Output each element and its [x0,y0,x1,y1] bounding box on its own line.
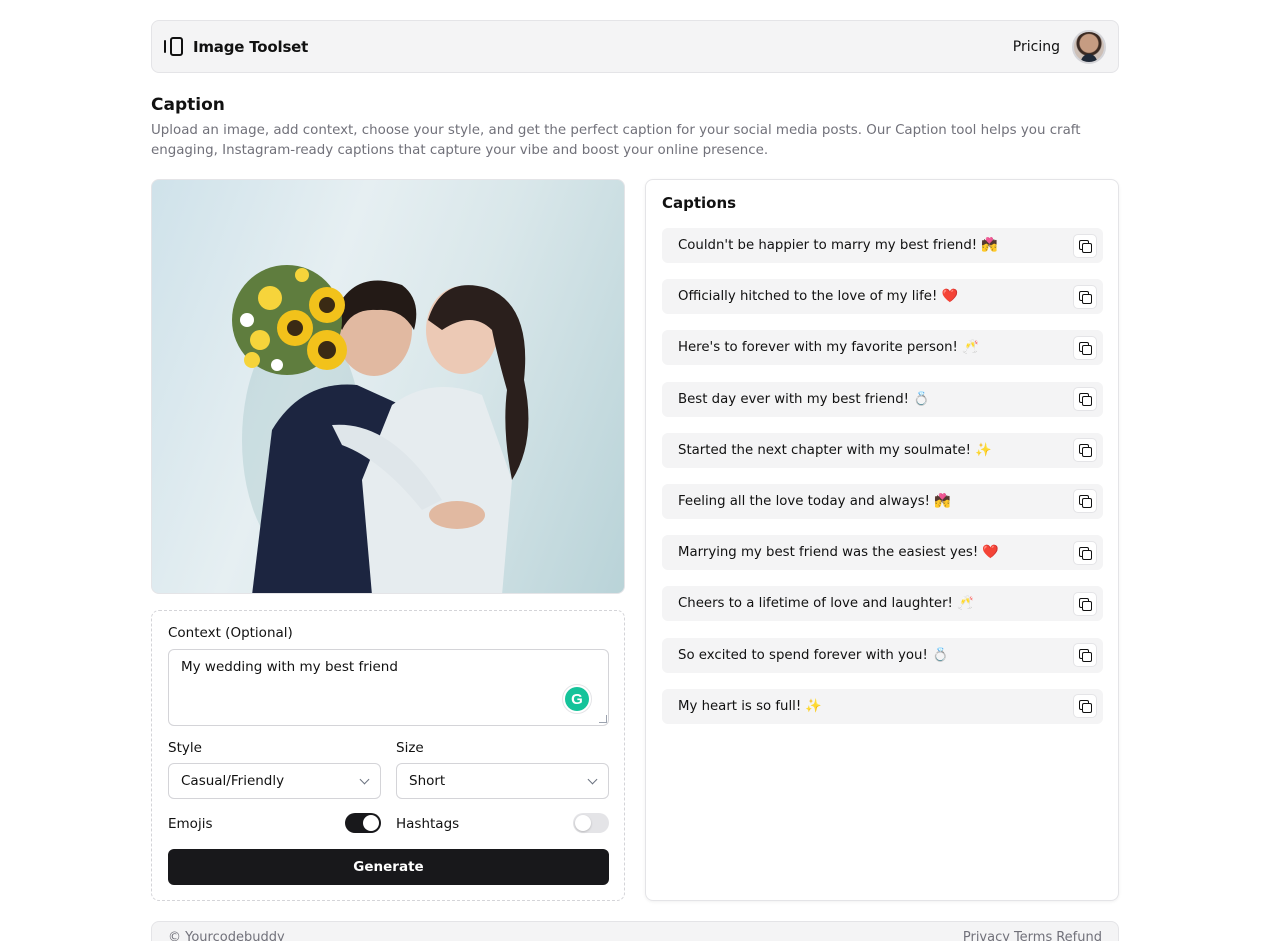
pricing-link[interactable]: Pricing [1013,39,1060,55]
caption-item: Here's to forever with my favorite perso… [662,330,1103,366]
hashtags-label: Hashtags [396,816,460,832]
copy-button[interactable] [1073,438,1097,463]
copy-icon [1079,341,1092,355]
copy-icon [1079,495,1092,509]
caption-text: Marrying my best friend was the easiest … [678,545,999,561]
emojis-toggle[interactable] [345,813,381,833]
grammarly-icon[interactable]: G [562,684,592,714]
copy-icon [1079,700,1092,714]
caption-item: Couldn't be happier to marry my best fri… [662,228,1103,263]
captions-panel: Captions Couldn't be happier to marry my… [645,179,1119,901]
footer-copyright: © Yourcodebuddy [168,930,285,941]
hashtags-toggle[interactable] [573,813,609,833]
resize-handle-icon[interactable] [599,715,607,723]
footer-links: Privacy Terms Refund [963,930,1102,941]
caption-form: Context (Optional) My wedding with my be… [151,610,625,901]
copy-button[interactable] [1073,489,1097,514]
copy-button[interactable] [1073,643,1097,667]
caption-text: Couldn't be happier to marry my best fri… [678,238,998,253]
copy-icon [1079,393,1092,407]
caption-item: So excited to spend forever with you! 💍 [662,637,1103,673]
uploaded-image[interactable] [151,179,625,594]
caption-text: Cheers to a lifetime of love and laughte… [678,596,974,612]
copy-button[interactable] [1073,694,1097,719]
sidebar-panel-icon [164,37,183,56]
caption-text: So excited to spend forever with you! 💍 [678,647,949,663]
context-label: Context (Optional) [168,625,293,641]
style-select[interactable]: Casual/Friendly [168,763,381,799]
caption-item: Marrying my best friend was the easiest … [662,535,1103,571]
caption-item: Started the next chapter with my soulmat… [662,432,1103,468]
copy-button[interactable] [1073,540,1097,565]
emojis-label: Emojis [168,816,213,832]
top-navbar: Image Toolset Pricing [151,20,1119,73]
caption-text: Officially hitched to the love of my lif… [678,289,959,305]
generate-button[interactable]: Generate [168,849,609,885]
toggle-knob [575,815,591,831]
footer: © Yourcodebuddy Privacy Terms Refund [151,921,1119,941]
copy-button[interactable] [1073,335,1097,360]
copy-icon [1079,597,1092,611]
style-select-value: Casual/Friendly [181,773,285,789]
copy-button[interactable] [1073,387,1097,412]
copy-icon [1079,239,1092,253]
copy-icon [1079,546,1092,560]
copy-icon [1079,444,1092,458]
footer-link-refund[interactable]: Refund [1056,930,1102,941]
copy-icon [1079,290,1092,304]
brand[interactable]: Image Toolset [164,37,308,56]
caption-text: Feeling all the love today and always! 💏 [678,493,951,509]
chevron-down-icon [359,774,370,784]
caption-text: Best day ever with my best friend! 💍 [678,391,930,407]
wedding-photo-illustration [232,265,529,593]
captions-title: Captions [662,194,737,212]
caption-item: Cheers to a lifetime of love and laughte… [662,586,1103,622]
caption-item: Feeling all the love today and always! 💏 [662,483,1103,519]
copy-icon [1079,649,1092,662]
caption-item: My heart is so full! ✨ [662,688,1103,724]
caption-item: Officially hitched to the love of my lif… [662,279,1103,315]
copy-button[interactable] [1073,591,1097,616]
user-avatar[interactable] [1072,29,1106,64]
size-label: Size [396,740,424,756]
toggle-knob [363,815,379,831]
header-actions: Pricing [1013,29,1106,64]
page-description: Upload an image, add context, choose you… [151,123,1081,158]
caption-text: Here's to forever with my favorite perso… [678,340,979,356]
brand-name: Image Toolset [193,37,309,56]
copy-button[interactable] [1073,233,1097,258]
caption-text: Started the next chapter with my soulmat… [678,442,992,458]
size-select-value: Short [409,773,446,789]
caption-list: Couldn't be happier to marry my best fri… [662,228,1103,740]
size-select[interactable]: Short [396,763,609,799]
footer-link-terms[interactable]: Terms [1014,930,1052,941]
style-label: Style [168,740,202,756]
chevron-down-icon [587,774,598,784]
footer-link-privacy[interactable]: Privacy [963,930,1010,941]
context-textarea[interactable]: My wedding with my best friend [168,649,609,726]
caption-item: Best day ever with my best friend! 💍 [662,381,1103,417]
page-title: Caption [151,95,225,115]
caption-text: My heart is so full! ✨ [678,698,822,714]
copy-button[interactable] [1073,284,1097,309]
